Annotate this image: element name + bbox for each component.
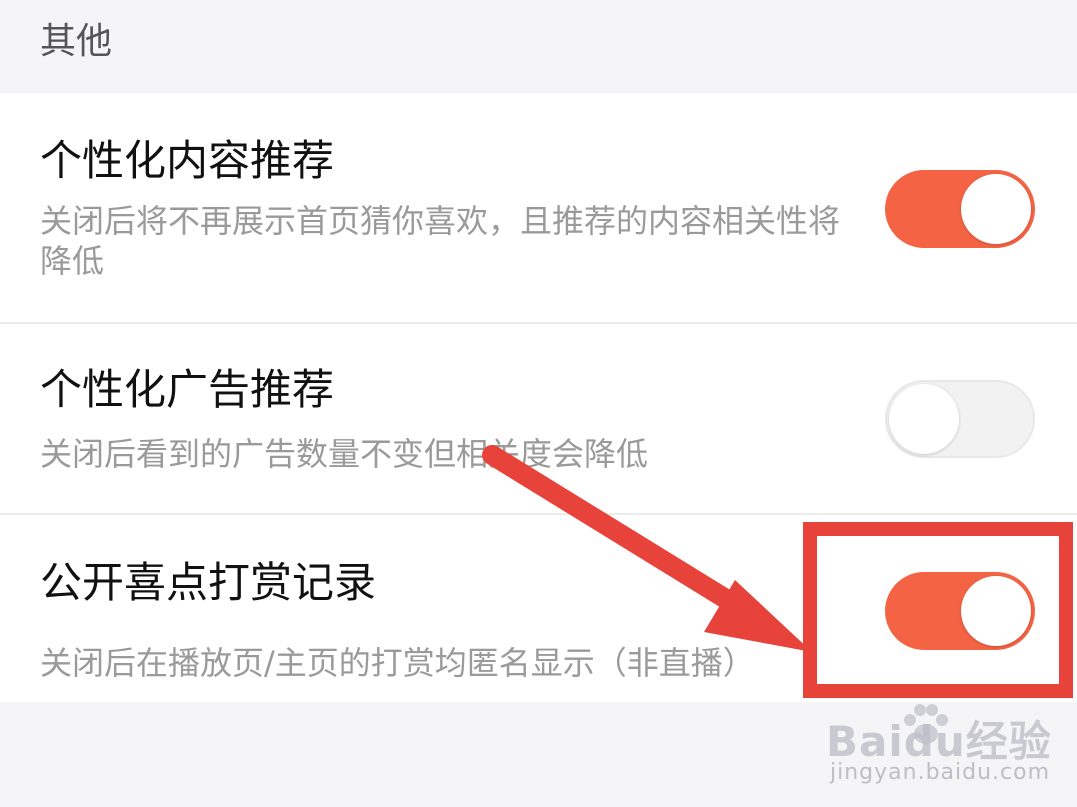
watermark-url: jingyan.baidu.com [830,760,1051,785]
annotation-highlight-box [803,522,1073,698]
paw-icon [904,704,948,744]
watermark: Baidu经验 jingyan.baidu.com [826,700,1066,800]
